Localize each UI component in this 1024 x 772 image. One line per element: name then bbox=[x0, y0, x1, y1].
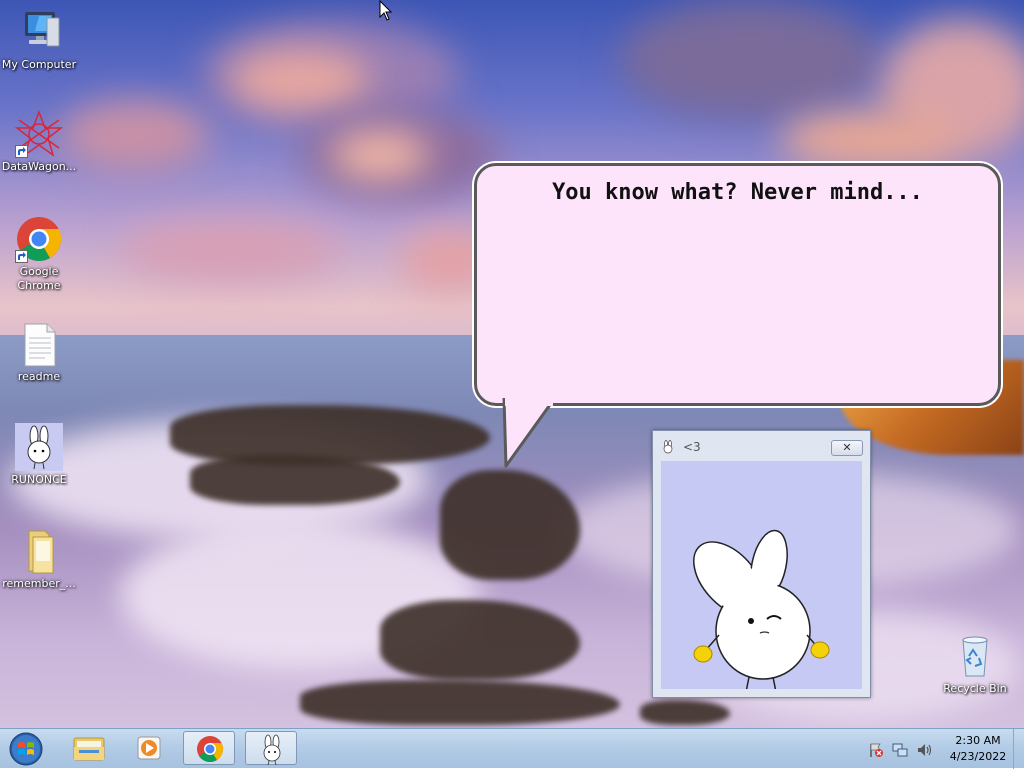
chrome-icon bbox=[197, 736, 224, 763]
taskbar-media-player-button[interactable] bbox=[123, 731, 175, 765]
taskbar-chrome-button[interactable] bbox=[183, 731, 235, 765]
desktop-icon-recycle-bin[interactable]: Recycle Bin bbox=[937, 632, 1013, 696]
system-tray: 2:30 AM 4/23/2022 bbox=[860, 729, 1024, 769]
desktop-icon-datawagon[interactable]: DataWagon... bbox=[1, 109, 77, 174]
bunny-app-icon bbox=[661, 439, 675, 454]
chrome-icon bbox=[15, 215, 63, 263]
show-desktop-button[interactable] bbox=[1013, 729, 1024, 769]
network-icon[interactable] bbox=[892, 742, 908, 758]
clock-date[interactable]: 4/23/2022 bbox=[944, 750, 1012, 763]
desktop-icon-readme[interactable]: readme bbox=[1, 320, 77, 384]
close-icon: ✕ bbox=[842, 441, 852, 454]
close-button[interactable]: ✕ bbox=[831, 440, 863, 456]
speech-bubble-tail bbox=[502, 398, 554, 468]
action-center-flag-icon[interactable] bbox=[868, 742, 884, 758]
speech-bubble-text: You know what? Never mind... bbox=[552, 180, 923, 205]
desktop-icon-my-computer[interactable]: My Computer bbox=[1, 8, 77, 72]
desktop-icon-label: Google Chrome bbox=[17, 265, 61, 292]
bunny-character-icon[interactable] bbox=[661, 461, 862, 698]
recycle-bin-icon bbox=[951, 632, 999, 680]
desktop-icon-label: RUNONCE bbox=[11, 473, 67, 486]
taskbar-bunny-app-button[interactable] bbox=[245, 731, 297, 766]
desktop-icon-label: readme bbox=[17, 370, 61, 383]
mouse-cursor-icon bbox=[379, 0, 393, 21]
volume-icon[interactable] bbox=[916, 742, 932, 758]
taskbar-file-explorer-button[interactable] bbox=[63, 731, 115, 765]
bunny-app-icon bbox=[263, 734, 281, 766]
pet-window-title: <3 bbox=[683, 440, 701, 454]
desktop-icon-label: Recycle Bin bbox=[943, 682, 1007, 695]
pet-display-area[interactable] bbox=[661, 461, 862, 698]
start-orb-icon bbox=[9, 732, 43, 766]
pet-window-titlebar[interactable]: <3 ✕ bbox=[653, 431, 870, 461]
desktop-icon-google-chrome[interactable]: Google Chrome bbox=[1, 215, 77, 293]
shortcut-arrow-icon bbox=[15, 145, 28, 158]
clock-time[interactable]: 2:30 AM bbox=[948, 734, 1008, 747]
desktop-icon-remember-folder[interactable]: remember_... bbox=[1, 527, 77, 591]
media-player-icon bbox=[137, 736, 161, 760]
shortcut-arrow-icon bbox=[15, 250, 28, 263]
pet-window[interactable]: <3 ✕ bbox=[652, 430, 871, 698]
text-document-icon bbox=[15, 320, 63, 368]
speech-bubble: You know what? Never mind... bbox=[474, 163, 1001, 406]
taskbar: 2:30 AM 4/23/2022 bbox=[0, 728, 1024, 769]
computer-icon bbox=[15, 8, 63, 56]
desktop-icon-label: My Computer bbox=[1, 58, 77, 71]
datawagon-icon bbox=[14, 109, 64, 158]
desktop-icon-runonce[interactable]: RUNONCE bbox=[1, 423, 77, 487]
folder-icon bbox=[15, 527, 63, 575]
file-explorer-icon bbox=[73, 737, 105, 761]
desktop-icon-label: DataWagon... bbox=[1, 160, 77, 173]
start-button[interactable] bbox=[6, 730, 46, 768]
bunny-icon bbox=[15, 423, 63, 471]
desktop-icon-label: remember_... bbox=[2, 577, 76, 590]
